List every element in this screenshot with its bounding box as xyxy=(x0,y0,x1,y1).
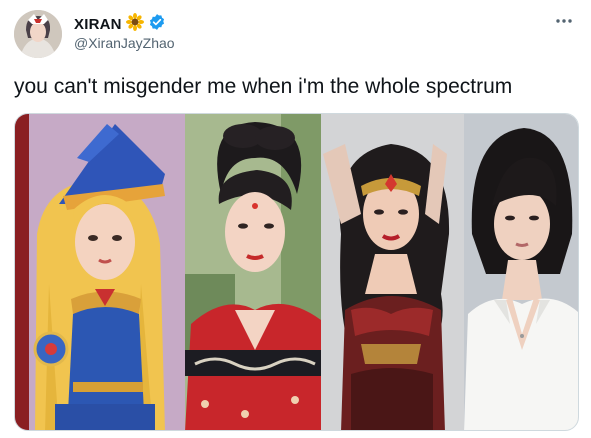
verified-badge-icon xyxy=(148,13,166,36)
display-name[interactable]: XIRAN xyxy=(74,16,122,33)
author-name-row[interactable]: XIRAN xyxy=(74,13,166,36)
more-options-icon[interactable] xyxy=(551,8,577,34)
tweet: XIRAN @XiranJayZhao you can't misgender … xyxy=(0,0,591,438)
avatar[interactable] xyxy=(14,10,62,58)
sunflower-icon xyxy=(125,13,144,36)
author-handle[interactable]: @XiranJayZhao xyxy=(74,35,175,51)
media-panel-red-hanfu[interactable] xyxy=(185,114,321,430)
tweet-media[interactable] xyxy=(14,113,579,431)
tweet-text: you can't misgender me when i'm the whol… xyxy=(14,75,513,98)
media-panel-dark-magician-girl[interactable] xyxy=(15,114,185,430)
media-panel-white-shirt[interactable] xyxy=(464,114,578,430)
media-panel-wonder-woman[interactable] xyxy=(321,114,464,430)
